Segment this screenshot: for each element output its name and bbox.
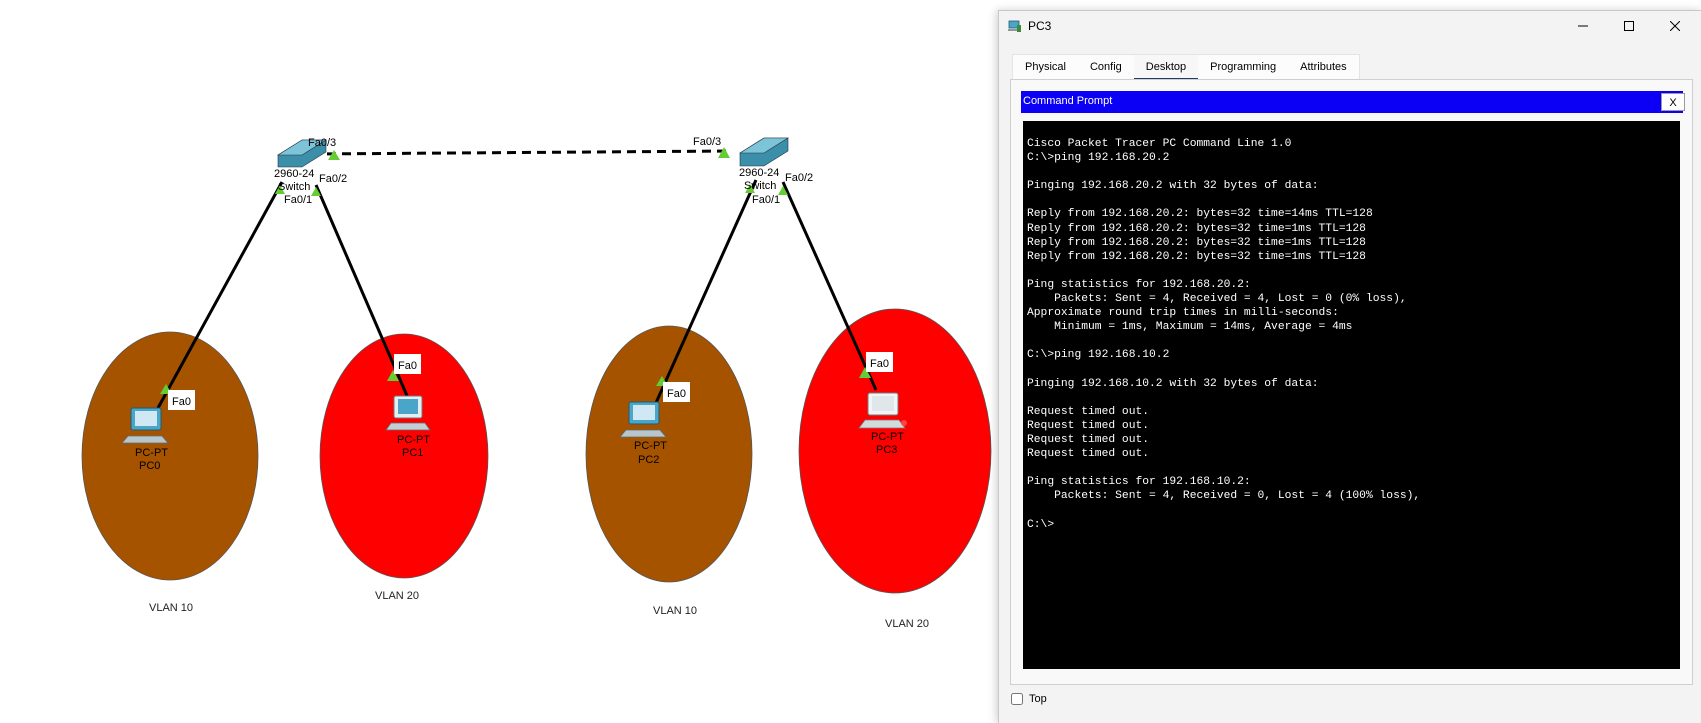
switch-2-port-fa02: Fa0/2 [785, 172, 813, 184]
pc2-name: PC2 [638, 454, 659, 466]
window-title: PC3 [1028, 19, 1052, 33]
vlan-label-left-20: VLAN 20 [375, 590, 419, 602]
pc3-name: PC3 [876, 444, 897, 456]
desktop-panel: Command Prompt X Cisco Packet Tracer PC … [1010, 79, 1693, 685]
trunk-link[interactable] [311, 149, 733, 156]
pc3-type: PC-PT [871, 431, 904, 443]
switch-1-name: Switch [278, 181, 310, 193]
vlan-label-right-10: VLAN 10 [653, 605, 697, 617]
pc3-window[interactable]: PC3 Physical Config Desktop Programming … [998, 10, 1701, 723]
tab-desktop[interactable]: Desktop [1133, 55, 1199, 81]
pc1-name: PC1 [402, 447, 423, 459]
pc2-type: PC-PT [634, 440, 667, 452]
command-prompt-close-button[interactable]: X [1661, 93, 1685, 111]
pc1-type: PC-PT [397, 434, 430, 446]
window-titlebar[interactable]: PC3 [999, 11, 1701, 41]
switch-1-port-fa01: Fa0/1 [284, 194, 312, 206]
pc0-name: PC0 [139, 460, 160, 472]
switch-1-port-fa02: Fa0/2 [319, 173, 347, 185]
command-prompt-title: Command Prompt [1023, 95, 1113, 107]
tab-programming[interactable]: Programming [1198, 55, 1288, 81]
vlan-label-right-20: VLAN 20 [885, 618, 929, 630]
switch-2-name: Switch [744, 180, 776, 192]
terminal-text: Cisco Packet Tracer PC Command Line 1.0 … [1027, 138, 1421, 531]
pc1-port: Fa0 [398, 360, 417, 372]
terminal-output[interactable]: Cisco Packet Tracer PC Command Line 1.0 … [1023, 121, 1680, 669]
pc0-port: Fa0 [172, 396, 191, 408]
switch-1[interactable]: 2960-24 Switch Fa0/3 Fa0/2 Fa0/1 [274, 137, 347, 206]
top-checkbox[interactable] [1011, 693, 1023, 705]
switch-2-model: 2960-24 [739, 167, 779, 179]
vlan-area-right-10[interactable] [585, 325, 753, 583]
close-button[interactable] [1652, 11, 1698, 41]
switch-2[interactable]: 2960-24 Switch Fa0/3 Fa0/2 Fa0/1 [693, 136, 813, 206]
command-prompt-titlebar: Command Prompt X [1021, 91, 1685, 113]
minimize-icon [1578, 25, 1588, 27]
minimize-button[interactable] [1560, 11, 1606, 41]
vlan-area-left-10[interactable] [81, 331, 259, 581]
switch-1-model: 2960-24 [274, 168, 314, 180]
vlan-label-left-10: VLAN 10 [149, 602, 193, 614]
topology-canvas[interactable]: 2960-24 Switch Fa0/3 Fa0/2 Fa0/1 2960-24… [0, 0, 1000, 722]
pc0-type: PC-PT [135, 447, 168, 459]
top-checkbox-row[interactable]: Top [1011, 693, 1047, 705]
pc-app-icon [1008, 20, 1021, 32]
maximize-button[interactable] [1606, 11, 1652, 41]
pc3-port: Fa0 [870, 358, 889, 370]
tab-physical[interactable]: Physical [1013, 55, 1078, 81]
top-checkbox-label: Top [1029, 693, 1047, 705]
close-icon [1670, 21, 1680, 31]
switch-1-port-fa03: Fa0/3 [308, 137, 336, 149]
maximize-icon [1624, 21, 1634, 31]
tab-attributes[interactable]: Attributes [1288, 55, 1358, 81]
switch-2-port-fa01: Fa0/1 [752, 194, 780, 206]
tab-config[interactable]: Config [1078, 55, 1134, 81]
pc2-port: Fa0 [667, 388, 686, 400]
switch-2-port-fa03: Fa0/3 [693, 136, 721, 148]
tab-bar: Physical Config Desktop Programming Attr… [1012, 54, 1360, 81]
